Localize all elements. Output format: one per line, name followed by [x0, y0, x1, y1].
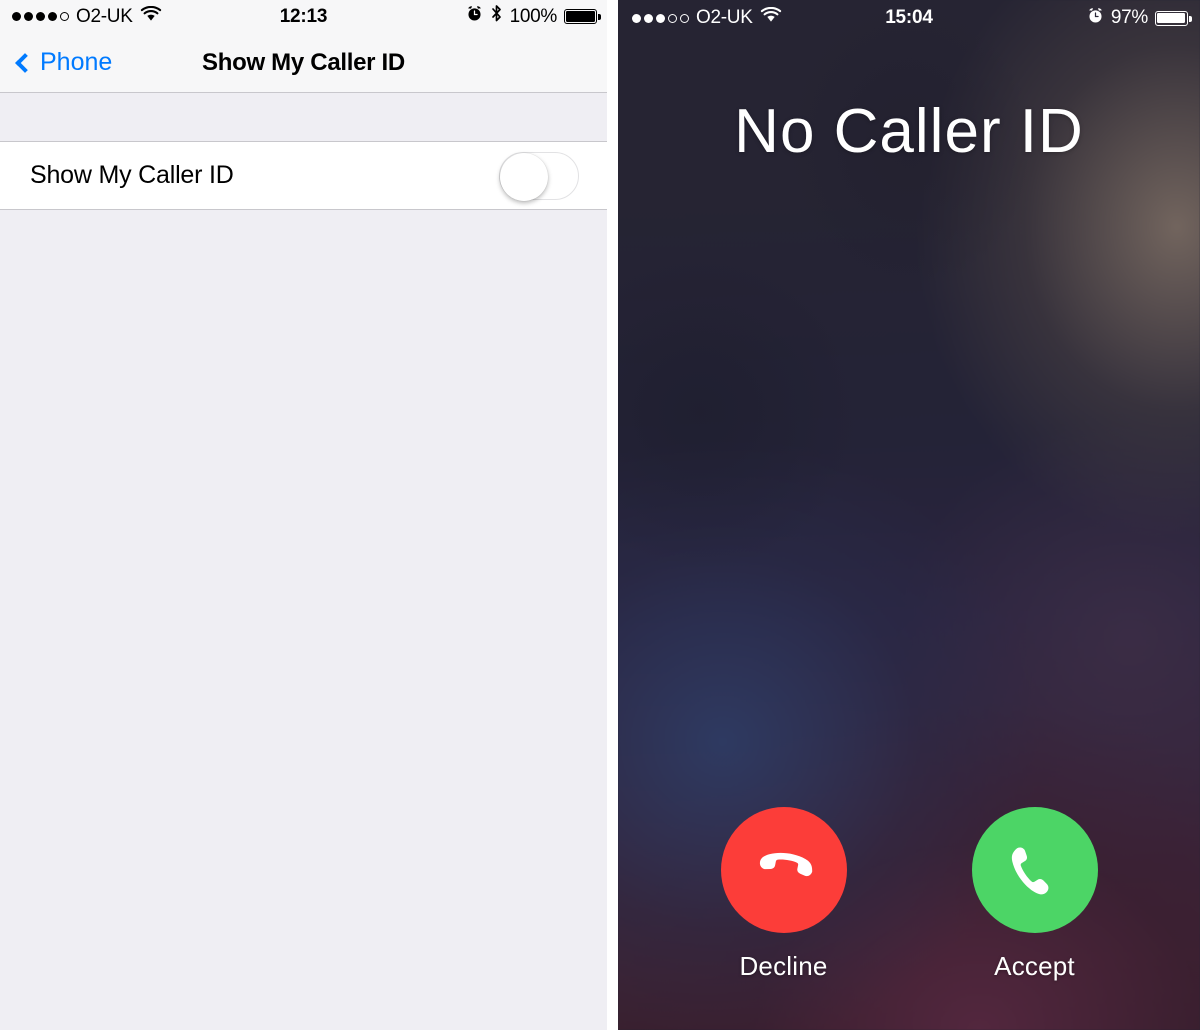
phone-handset-icon [1004, 839, 1066, 901]
caller-name: No Caller ID [734, 97, 1084, 166]
settings-row-label: Show My Caller ID [30, 161, 234, 189]
decline-call-button[interactable]: Decline [720, 807, 847, 982]
wifi-icon [140, 5, 162, 28]
call-action-buttons: Decline Accept [618, 807, 1200, 982]
alarm-clock-icon [1087, 7, 1104, 30]
panel-divider [607, 0, 618, 1030]
status-bar-left-group: O2-UK [12, 5, 162, 28]
battery-percentage: 100% [509, 5, 558, 27]
decline-button-label: Decline [739, 951, 828, 981]
settings-nav-bar: Phone Show My Caller ID [0, 33, 607, 93]
call-status-bar: O2-UK 15:04 97% [618, 0, 1200, 36]
decline-button-circle[interactable] [720, 807, 847, 933]
cellular-signal-icon [632, 13, 689, 23]
call-status-bar-left-group: O2-UK [632, 6, 782, 29]
accept-button-circle[interactable] [971, 807, 1098, 933]
battery-icon [1155, 10, 1192, 26]
call-status-bar-right-group: 97% [1087, 7, 1192, 30]
bluetooth-icon [490, 4, 503, 29]
back-button-phone[interactable]: Phone [0, 48, 112, 77]
accept-call-button[interactable]: Accept [971, 807, 1098, 982]
wifi-icon [760, 6, 782, 29]
chevron-left-icon [15, 52, 35, 73]
dual-screenshot-container: O2-UK 12:13 100% Phone Show My Caller ID… [0, 0, 1200, 1030]
settings-row-show-my-caller-id[interactable]: Show My Caller ID [0, 142, 607, 210]
back-button-label: Phone [40, 48, 113, 76]
show-caller-id-toggle[interactable] [499, 151, 579, 201]
accept-button-label: Accept [994, 951, 1075, 981]
battery-icon [564, 9, 601, 24]
alarm-clock-icon [466, 5, 483, 28]
carrier-name: O2-UK [696, 7, 753, 28]
settings-section-spacer [0, 93, 607, 142]
settings-status-bar: O2-UK 12:13 100% [0, 0, 607, 33]
carrier-name: O2-UK [76, 5, 133, 27]
cellular-signal-icon [12, 12, 69, 21]
settings-screen: O2-UK 12:13 100% Phone Show My Caller ID… [0, 0, 607, 1030]
battery-percentage: 97% [1110, 7, 1148, 28]
incoming-call-screen: O2-UK 15:04 97% No Caller ID Decline Acc… [618, 0, 1200, 1030]
phone-hangup-icon [753, 839, 815, 901]
toggle-knob [500, 152, 548, 201]
status-bar-right-group: 100% [466, 4, 601, 29]
